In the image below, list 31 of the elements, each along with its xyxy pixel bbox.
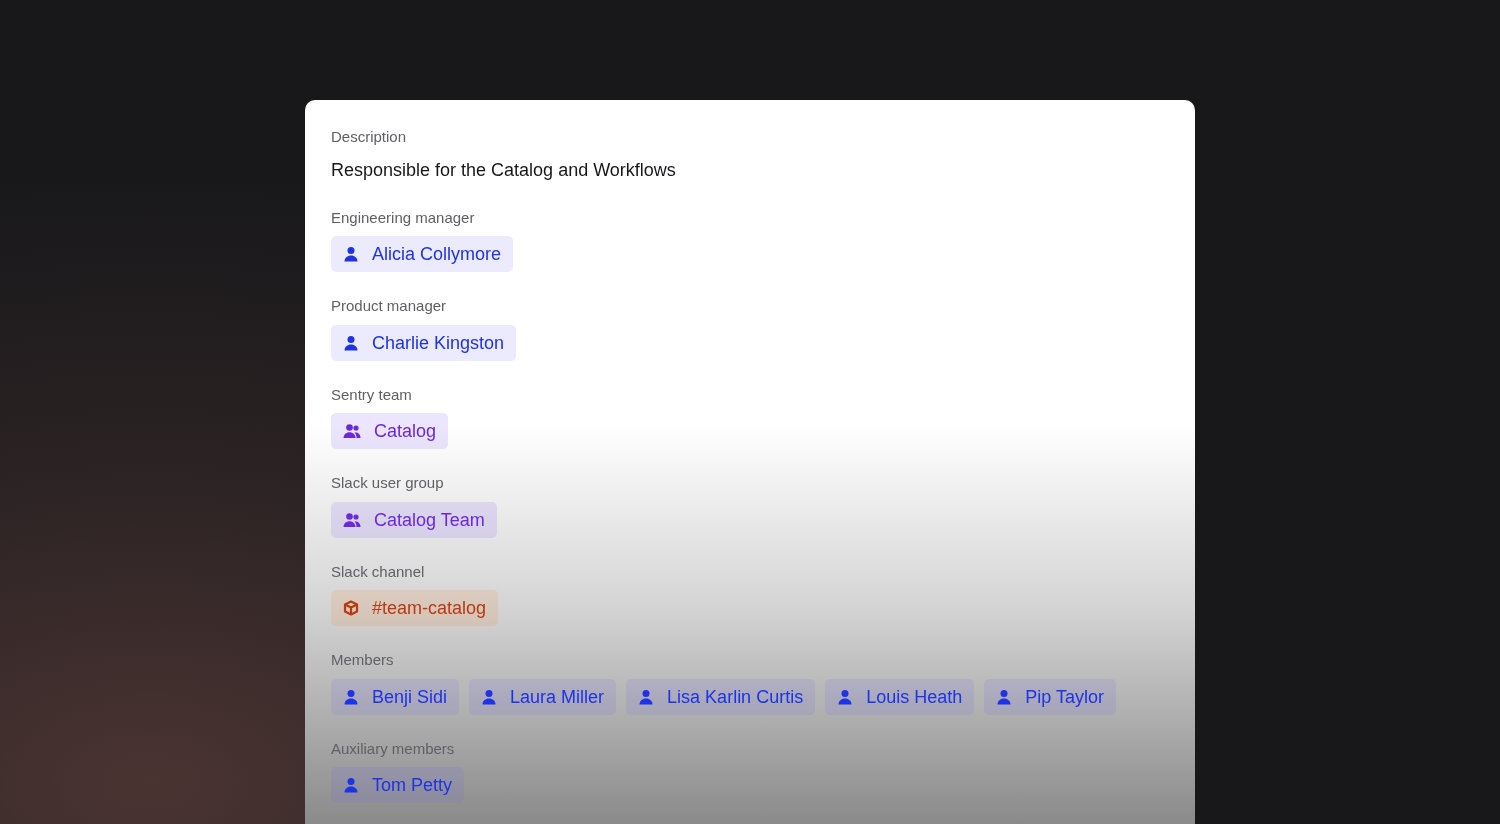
person-icon — [481, 688, 498, 705]
field-label: Engineering manager — [331, 207, 476, 228]
tag-chip[interactable]: Pip Taylor — [984, 678, 1116, 715]
field-label: Auxiliary members — [331, 738, 456, 759]
cube-icon — [343, 600, 359, 616]
tag-chip[interactable]: Charlie Kingston — [331, 324, 517, 361]
person-icon — [638, 688, 655, 705]
field-label: Description — [331, 127, 408, 147]
person-icon — [343, 777, 359, 793]
tag-chip[interactable]: #team-catalog — [331, 590, 499, 626]
field-label: Product manager — [331, 296, 448, 316]
field-label: Members — [331, 650, 395, 670]
person-icon — [343, 334, 359, 351]
person-icon — [343, 246, 359, 262]
field-label: Sentry team — [331, 384, 413, 405]
tag-chip[interactable]: Tom Petty — [331, 767, 465, 803]
tag-chip[interactable]: Louis Heath — [825, 678, 975, 715]
description-text: Responsible for the Catalog and Workflows — [331, 158, 677, 182]
tag-chip[interactable]: Laura Miller — [469, 678, 617, 715]
tag-chip[interactable]: Alicia Collymore — [331, 236, 514, 272]
tag-chip[interactable]: Benji Sidi — [331, 678, 460, 715]
tag-chip[interactable]: Catalog — [331, 413, 449, 449]
person-icon — [343, 688, 359, 705]
person-icon — [837, 688, 854, 705]
field-label: Slack user group — [331, 473, 445, 493]
tag-chip[interactable]: Lisa Karlin Curtis — [626, 678, 816, 715]
people-icon — [343, 511, 361, 528]
field-label: Slack channel — [331, 561, 426, 582]
person-icon — [996, 688, 1013, 705]
tag-chip[interactable]: Catalog Team — [331, 501, 497, 538]
people-icon — [343, 423, 361, 439]
